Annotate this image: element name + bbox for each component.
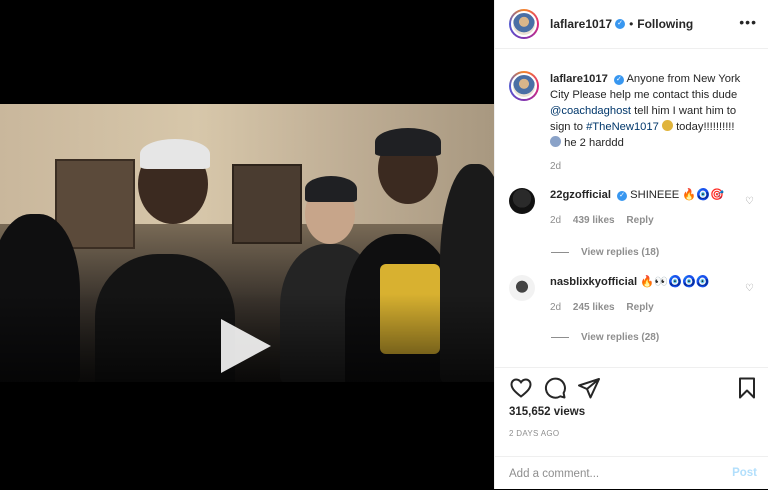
- author-avatar[interactable]: [509, 9, 539, 39]
- comments-list[interactable]: laflare1017 ✓ Anyone from New York City …: [495, 55, 768, 367]
- verified-icon: ✓: [615, 19, 626, 29]
- money-bag-icon: [661, 120, 673, 131]
- share-icon[interactable]: [577, 376, 601, 400]
- reply-button[interactable]: Reply: [626, 302, 653, 313]
- header-separator: •: [629, 17, 634, 31]
- comment-like-icon[interactable]: ♡: [745, 284, 755, 294]
- comment-item: 22gzofficial ✓ SHINEEE 🔥🧿🎯 2d 439 likes …: [509, 188, 761, 226]
- post-date[interactable]: 2 DAYS AGO: [509, 429, 559, 438]
- commenter-avatar[interactable]: [509, 188, 535, 214]
- comment-input[interactable]: [509, 467, 719, 480]
- comment-icon[interactable]: [543, 376, 567, 400]
- view-count[interactable]: 315,652 views: [509, 406, 585, 418]
- view-replies-button[interactable]: View replies (28): [551, 332, 659, 343]
- commenter-username[interactable]: 22gzofficial: [550, 189, 611, 201]
- comment-item: nasblixkyofficial 🔥👀🧿🧿🧿 2d 245 likes Rep…: [509, 275, 761, 313]
- action-bar: 315,652 views 2 DAYS AGO Post: [495, 367, 768, 489]
- caption-text: today!!!!!!!!!!: [676, 121, 735, 133]
- bookmark-icon[interactable]: [735, 376, 759, 400]
- caption-time: 2d: [550, 161, 562, 172]
- view-replies-label[interactable]: View replies (28): [581, 332, 659, 343]
- post-panel: laflare1017 ✓ • Following ••• laflare101…: [494, 0, 768, 489]
- video-scenery: [232, 164, 302, 244]
- comment-emojis: 🔥👀🧿🧿🧿: [640, 276, 710, 288]
- post-header: laflare1017 ✓ • Following •••: [495, 0, 768, 49]
- video-scenery: [140, 139, 210, 169]
- commenter-username[interactable]: nasblixkyofficial: [550, 276, 637, 288]
- caption-text: he 2 harddd: [564, 137, 624, 149]
- add-comment-bar: Post: [495, 456, 768, 490]
- caption-username[interactable]: laflare1017: [550, 73, 608, 85]
- caption-hashtag-link[interactable]: #TheNew1017: [586, 121, 659, 133]
- commenter-avatar[interactable]: [509, 275, 535, 301]
- video-scenery: [375, 128, 441, 156]
- comment-emojis: 🔥🧿🎯: [682, 189, 725, 201]
- divider: [551, 337, 569, 338]
- comment-text: SHINEEE: [630, 189, 680, 201]
- view-replies-label[interactable]: View replies (18): [581, 247, 659, 258]
- verified-icon: ✓: [617, 191, 628, 201]
- author-username[interactable]: laflare1017: [550, 17, 612, 31]
- comment-time: 2d: [550, 302, 562, 313]
- following-button[interactable]: Following: [637, 17, 693, 31]
- caption-avatar[interactable]: [509, 71, 539, 101]
- media-viewer: [0, 0, 494, 489]
- post-comment-button[interactable]: Post: [732, 467, 757, 479]
- comment-likes[interactable]: 439 likes: [573, 215, 615, 226]
- comment-time: 2d: [550, 215, 562, 226]
- play-icon[interactable]: [221, 319, 271, 373]
- caption-mention-link[interactable]: @coachdaghost: [550, 105, 631, 117]
- view-replies-button[interactable]: View replies (18): [551, 247, 659, 258]
- face-emoji-icon: [550, 136, 561, 147]
- more-options-icon[interactable]: •••: [739, 14, 757, 30]
- comment-like-icon[interactable]: ♡: [745, 197, 755, 207]
- divider: [551, 252, 569, 253]
- comment-likes[interactable]: 245 likes: [573, 302, 615, 313]
- verified-icon: ✓: [613, 75, 624, 85]
- heart-icon[interactable]: [509, 376, 533, 400]
- reply-button[interactable]: Reply: [626, 215, 653, 226]
- video-player[interactable]: [0, 104, 494, 382]
- video-scenery: [305, 176, 357, 202]
- post-caption: laflare1017 ✓ Anyone from New York City …: [509, 71, 761, 175]
